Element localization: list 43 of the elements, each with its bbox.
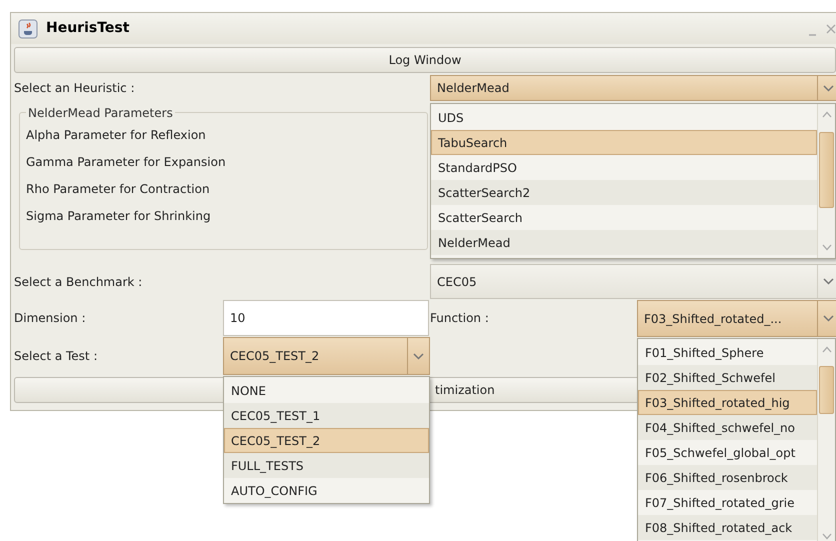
list-option[interactable]: AUTO_CONFIG xyxy=(224,478,429,503)
chevron-down-icon xyxy=(413,352,424,360)
list-option[interactable]: NONE xyxy=(224,378,429,403)
test-dropdown[interactable]: CEC05_TEST_2 xyxy=(223,337,430,375)
close-icon[interactable] xyxy=(826,24,836,34)
chevron-up-icon[interactable] xyxy=(822,111,832,118)
scrollbar-thumb[interactable] xyxy=(819,366,834,414)
benchmark-dropdown[interactable]: CEC05 xyxy=(430,264,836,299)
list-option[interactable]: CEC05_TEST_1 xyxy=(224,403,429,428)
list-option[interactable]: NelderMead xyxy=(431,230,817,255)
scrollbar[interactable] xyxy=(817,339,835,541)
chevron-down-icon xyxy=(823,278,834,285)
list-option[interactable]: F04_Shifted_schwefel_no xyxy=(638,415,817,440)
parameter-label: Alpha Parameter for Reflexion xyxy=(26,127,207,144)
list-option[interactable]: ScatterSearch2 xyxy=(431,180,817,205)
heuristic-dropdown[interactable]: NelderMead xyxy=(430,75,836,101)
java-cup-icon xyxy=(18,18,38,38)
field-label: Select a Test : xyxy=(14,348,98,365)
parameter-label: Gamma Parameter for Expansion xyxy=(26,154,227,171)
list-option[interactable]: FULL_TESTS xyxy=(224,453,429,478)
chevron-down-icon xyxy=(823,315,834,322)
parameter-label: Sigma Parameter for Shrinking xyxy=(26,208,212,225)
list-option[interactable]: F03_Shifted_rotated_hig xyxy=(638,390,817,415)
field-label: Select a Benchmark : xyxy=(14,274,142,290)
dimension-field[interactable]: 10 xyxy=(223,300,429,336)
scrollbar[interactable] xyxy=(817,104,835,258)
list-option[interactable]: F06_Shifted_rosenbrock xyxy=(638,465,817,490)
log-window-button[interactable]: Log Window xyxy=(14,47,836,73)
chevron-down-icon[interactable] xyxy=(822,533,832,540)
field-label: Function : xyxy=(430,310,489,327)
list-option[interactable]: TabuSearch xyxy=(431,130,817,155)
chevron-up-icon[interactable] xyxy=(822,346,832,353)
chevron-down-icon xyxy=(823,84,834,92)
window-title: HeurisTest xyxy=(46,19,130,38)
scrollbar-thumb[interactable] xyxy=(819,132,834,208)
list-option[interactable]: CEC05_TEST_2 xyxy=(224,428,429,453)
field-label: Select an Heuristic : xyxy=(14,80,135,96)
field-label: Dimension : xyxy=(14,310,86,327)
parameter-label: Rho Parameter for Contraction xyxy=(26,181,211,198)
list-option[interactable]: F02_Shifted_Schwefel xyxy=(638,365,817,390)
list-option[interactable]: F08_Shifted_rotated_ack xyxy=(638,515,817,540)
function-dropdown[interactable]: F03_Shifted_rotated_... xyxy=(637,300,836,337)
chevron-down-icon[interactable] xyxy=(822,244,832,251)
